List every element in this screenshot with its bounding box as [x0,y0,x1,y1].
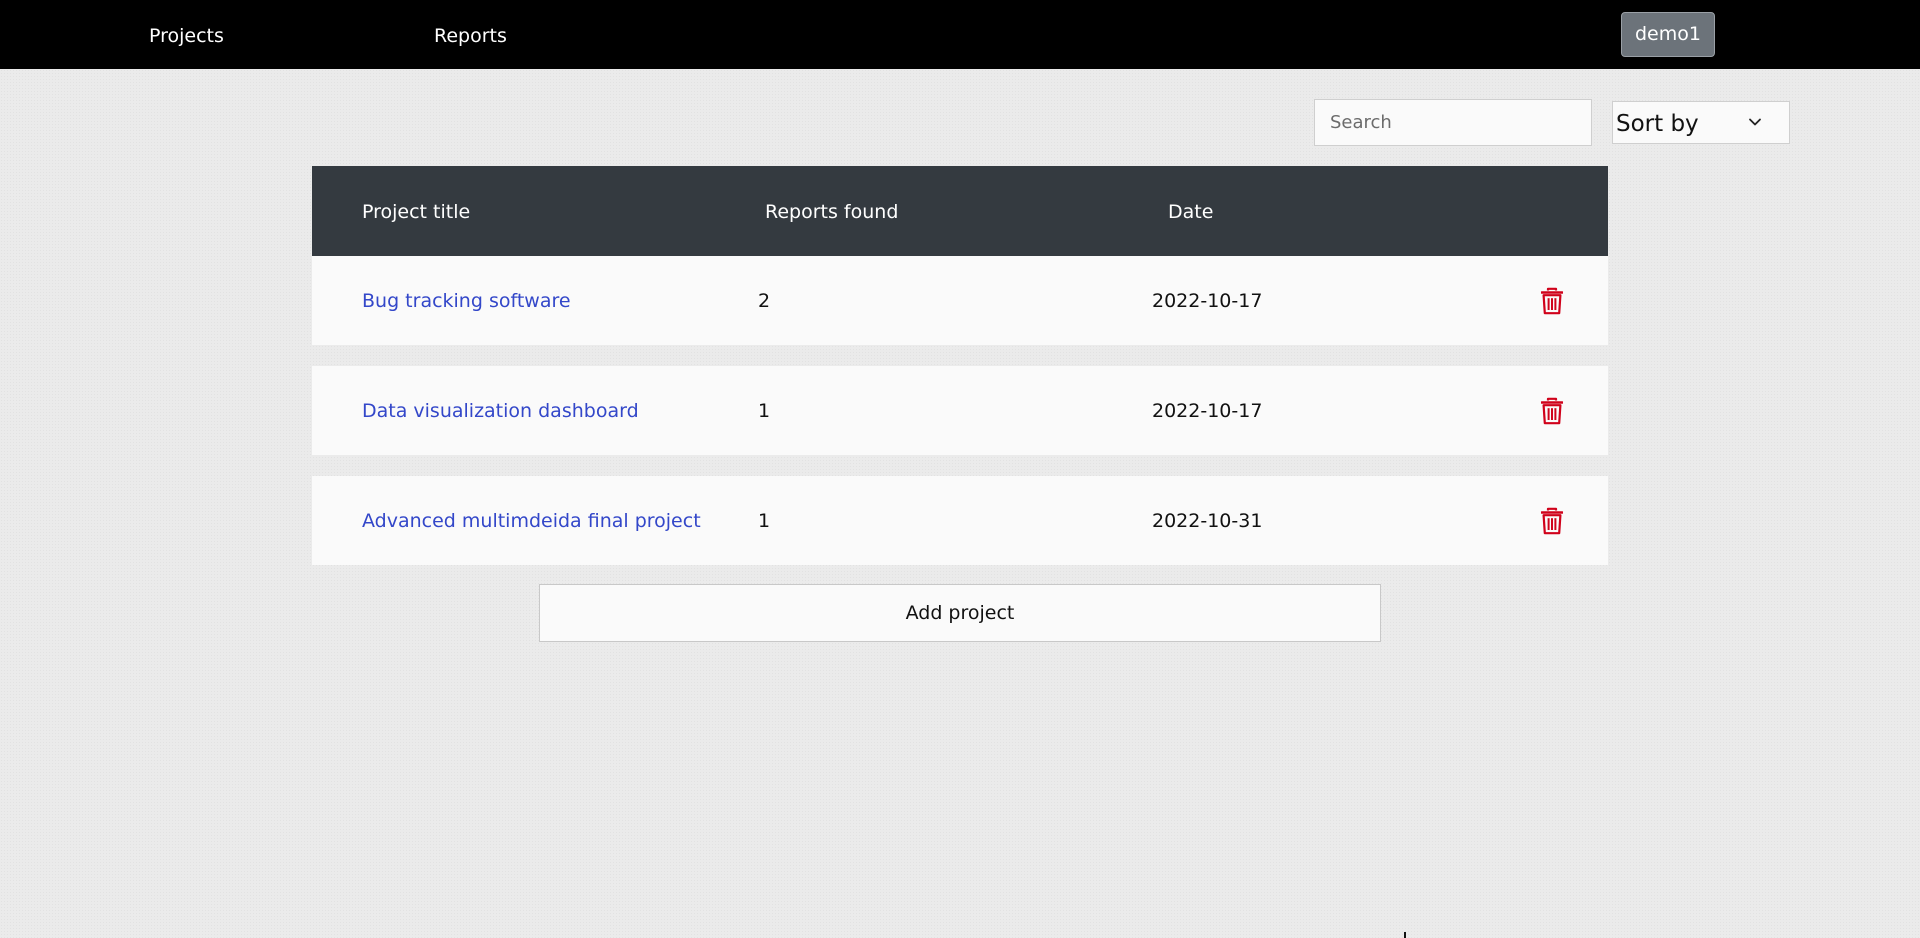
column-header-project-title: Project title [362,201,471,223]
reports-count: 1 [758,400,771,422]
trash-icon[interactable] [1539,507,1565,535]
column-header-date: Date [1168,201,1214,223]
table-row: Data visualization dashboard 1 2022-10-1… [312,366,1608,455]
sort-by-select[interactable]: Sort by [1612,101,1790,144]
add-project-button[interactable]: Add project [539,584,1381,642]
search-input[interactable] [1314,99,1592,146]
mouse-cursor [1404,932,1406,938]
sort-by-label: Sort by [1616,111,1699,137]
chevron-down-icon [1749,118,1761,126]
project-date: 2022-10-17 [1152,290,1263,312]
project-title-link[interactable]: Data visualization dashboard [362,399,639,423]
project-title-link[interactable]: Bug tracking software [362,289,571,313]
project-date: 2022-10-17 [1152,400,1263,422]
trash-icon[interactable] [1539,397,1565,425]
project-date: 2022-10-31 [1152,510,1263,532]
nav-reports-link[interactable]: Reports [434,24,507,48]
reports-count: 1 [758,510,771,532]
project-title-link[interactable]: Advanced multimdeida final project [362,509,701,533]
table-row: Bug tracking software 2 2022-10-17 [312,256,1608,345]
top-navbar: Projects Reports demo1 [0,0,1920,69]
user-menu-button[interactable]: demo1 [1621,12,1715,57]
table-row: Advanced multimdeida final project 1 202… [312,476,1608,565]
trash-icon[interactable] [1539,287,1565,315]
projects-table-header: Project title Reports found Date [312,166,1608,256]
column-header-reports-found: Reports found [765,201,899,223]
nav-projects-link[interactable]: Projects [149,24,224,48]
reports-count: 2 [758,290,771,312]
